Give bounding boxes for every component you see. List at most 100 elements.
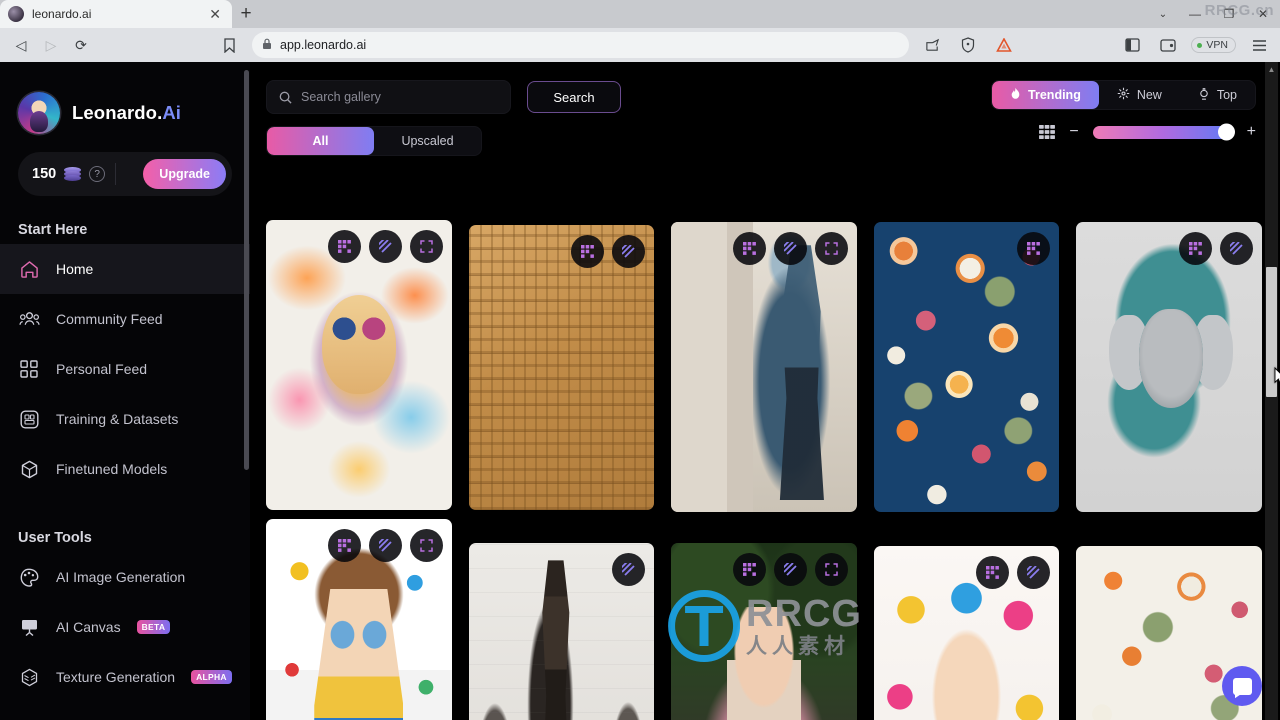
page-scrollbar[interactable]: ▲ <box>1265 62 1278 720</box>
gallery-card-papyrus[interactable] <box>468 225 655 510</box>
sidebar-item-community-feed[interactable]: Community Feed <box>0 294 250 344</box>
menu-icon[interactable] <box>1246 32 1272 58</box>
sidebar-icon[interactable] <box>1119 32 1145 58</box>
gallery-card-koala-bicycle[interactable] <box>1076 222 1262 512</box>
chat-bubble-button[interactable] <box>1222 666 1262 706</box>
zoom-in-button[interactable]: + <box>1247 124 1256 140</box>
sidebar-item-ai-canvas[interactable]: AI Canvas BETA <box>0 602 250 652</box>
tab-search-chevron-icon[interactable]: ⌄ <box>1148 0 1178 28</box>
pixel-icon[interactable] <box>1017 232 1051 265</box>
share-icon[interactable] <box>919 32 945 58</box>
maximize-button[interactable]: ❐ <box>1212 0 1246 28</box>
sidebar-item-personal-feed[interactable]: Personal Feed <box>0 344 250 394</box>
scroll-up-arrow-icon[interactable]: ▲ <box>1265 62 1278 76</box>
window-controls: ⌄ — ❐ ✕ <box>1148 0 1280 28</box>
token-coin-icon <box>64 166 82 182</box>
people-icon <box>18 308 40 330</box>
bookmark-icon[interactable] <box>216 32 242 58</box>
pixel-icon[interactable] <box>976 556 1010 589</box>
card-artwork <box>671 222 857 512</box>
pixel-icon[interactable] <box>732 232 766 265</box>
brand-name-main: Leonardo. <box>72 102 163 123</box>
browser-tab[interactable]: leonardo.ai ✕ <box>0 0 232 28</box>
sort-label: Trending <box>1028 88 1081 102</box>
zoom-slider[interactable] <box>1092 123 1235 141</box>
zoom-out-button[interactable]: − <box>1069 124 1078 140</box>
sidebar-item-training-datasets[interactable]: Training & Datasets <box>0 394 250 444</box>
filter-segmented-control: All Upscaled <box>266 126 482 156</box>
app-page: Leonardo.Ai 150 ? Upgrade Start Here Hom… <box>0 62 1280 720</box>
sidebar-item-home[interactable]: Home <box>0 244 250 294</box>
address-bar[interactable]: app.leonardo.ai <box>252 32 910 58</box>
close-window-button[interactable]: ✕ <box>1246 0 1280 28</box>
gallery-toolbar-right: Trending New Top − + <box>991 80 1256 141</box>
vpn-badge[interactable]: VPN <box>1191 37 1236 53</box>
sidebar-item-ai-image-generation[interactable]: AI Image Generation <box>0 552 250 602</box>
gallery-card-character-sheet[interactable] <box>468 543 655 720</box>
pixel-icon[interactable] <box>732 553 766 586</box>
page-scrollbar-thumb[interactable] <box>1266 267 1277 397</box>
chat-bubble-icon <box>1232 677 1252 695</box>
diagonal-icon[interactable] <box>773 232 807 265</box>
diagonal-icon[interactable] <box>368 529 402 562</box>
diagonal-icon[interactable] <box>612 235 646 268</box>
brand[interactable]: Leonardo.Ai <box>0 82 250 134</box>
filter-tab-upscaled[interactable]: Upscaled <box>374 127 481 155</box>
pixel-icon[interactable] <box>571 235 605 268</box>
diagonal-icon[interactable] <box>1220 232 1253 265</box>
credits-divider <box>115 163 117 185</box>
expand-icon[interactable] <box>814 232 848 265</box>
card-artwork <box>266 220 452 510</box>
tab-close-icon[interactable]: ✕ <box>206 7 224 21</box>
new-tab-button[interactable]: + <box>232 0 260 28</box>
main-content: Search All Upscaled Trending <box>250 62 1280 720</box>
wallet-icon[interactable] <box>1155 32 1181 58</box>
zoom-controls: − + <box>991 123 1256 141</box>
gallery-card-pink-hair-elf[interactable] <box>671 543 857 720</box>
upgrade-button[interactable]: Upgrade <box>143 159 226 189</box>
sidebar-item-texture-generation[interactable]: Texture Generation ALPHA <box>0 652 250 702</box>
card-actions <box>612 553 646 586</box>
sparkle-icon <box>1117 87 1130 103</box>
minimize-button[interactable]: — <box>1178 0 1212 28</box>
brave-shield-icon[interactable] <box>955 32 981 58</box>
diagonal-icon[interactable] <box>612 553 646 586</box>
tab-strip: leonardo.ai ✕ + ⌄ — ❐ ✕ RRCG.cn <box>0 0 1280 28</box>
reload-icon[interactable]: ⟳ <box>68 32 94 58</box>
sort-tab-new[interactable]: New <box>1099 81 1180 109</box>
pixel-icon[interactable] <box>327 529 361 562</box>
sort-label: New <box>1136 88 1162 102</box>
sidebar-scrollbar[interactable] <box>244 70 249 470</box>
filter-tab-all[interactable]: All <box>267 127 374 155</box>
expand-icon[interactable] <box>409 529 443 562</box>
card-actions <box>327 529 443 562</box>
gallery-card-warrior[interactable] <box>671 222 857 512</box>
back-icon[interactable]: ◁ <box>8 32 34 58</box>
forward-icon[interactable]: ▷ <box>38 32 64 58</box>
search-box[interactable] <box>266 80 511 114</box>
expand-icon[interactable] <box>814 553 848 586</box>
leonardo-logo-icon <box>18 92 60 134</box>
pixel-icon[interactable] <box>1179 232 1212 265</box>
help-icon[interactable]: ? <box>89 166 106 182</box>
diagonal-icon[interactable] <box>1017 556 1051 589</box>
search-input[interactable] <box>301 90 498 104</box>
gallery-card-lion[interactable] <box>266 220 452 510</box>
diagonal-icon[interactable] <box>368 230 402 263</box>
trophy-icon <box>1198 87 1210 104</box>
card-actions <box>732 553 848 586</box>
expand-icon[interactable] <box>409 230 443 263</box>
brave-logo-icon[interactable] <box>991 32 1017 58</box>
sort-tab-trending[interactable]: Trending <box>992 81 1099 109</box>
zoom-slider-thumb[interactable] <box>1217 123 1235 141</box>
beta-badge: BETA <box>136 620 171 634</box>
search-button[interactable]: Search <box>527 81 621 113</box>
pixel-icon[interactable] <box>327 230 361 263</box>
gallery-card-girl-glasses[interactable] <box>266 519 452 720</box>
sort-tab-top[interactable]: Top <box>1180 81 1255 109</box>
gallery-card-rainbow-hair[interactable] <box>873 546 1060 720</box>
grid-density-icon[interactable] <box>1039 125 1056 139</box>
gallery-card-floral-blue[interactable] <box>873 222 1060 512</box>
sidebar-item-finetuned-models[interactable]: Finetuned Models <box>0 444 250 494</box>
diagonal-icon[interactable] <box>773 553 807 586</box>
